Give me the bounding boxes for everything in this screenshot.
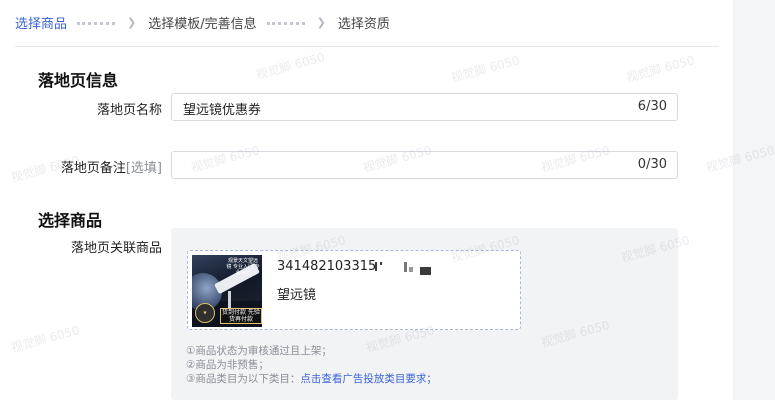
view-category-requirements-link[interactable]: 点击查看广告投放类目要求； <box>300 373 437 385</box>
related-product-label: 落地页关联商品 <box>70 241 162 256</box>
step-connector-dots <box>266 21 305 25</box>
main-panel: 选择商品 ❯ 选择模板/完善信息 ❯ 选择资质 落地页信息 落地页名称 望远镜优… <box>0 0 733 400</box>
landing-name-value: 望远镜优惠券 <box>183 103 262 118</box>
chevron-right-icon: ❯ <box>316 15 326 29</box>
seal-icon: ★ <box>195 303 215 323</box>
requirement-line: ①商品状态为审核通过且上架； <box>186 345 332 357</box>
product-id: 341482103315 <box>277 259 377 274</box>
requirement-line: ③商品类目为以下类目：点击查看广告投放类目要求； <box>186 373 437 385</box>
product-thumbnail: 观景天文望远镜 专业入门 专业设计 ★ 货到付款 先验货再付款 <box>192 255 262 327</box>
section-title-landing-info: 落地页信息 <box>38 71 119 90</box>
step-qualification[interactable]: 选择资质 <box>338 13 390 32</box>
landing-name-char-count: 6/30 <box>637 99 667 114</box>
product-requirements: ①商品状态为审核通过且上架； ②商品为非预售； ③商品类目为以下类目：点击查看广… <box>186 344 437 386</box>
chevron-right-icon: ❯ <box>127 15 137 29</box>
step-template-info[interactable]: 选择模板/完善信息 <box>148 13 256 32</box>
product-name: 望远镜 <box>277 288 317 303</box>
requirement-line: ②商品为非预售； <box>186 359 269 371</box>
landing-name-input[interactable]: 望远镜优惠券 6/30 <box>171 93 678 121</box>
redacted-mosaic <box>375 262 447 275</box>
optional-tag: [选填] <box>125 161 162 176</box>
landing-remark-char-count: 0/30 <box>637 157 667 172</box>
step-connector-dots <box>77 21 116 25</box>
product-card[interactable]: 观景天文望远镜 专业入门 专业设计 ★ 货到付款 先验货再付款 34148210… <box>187 250 521 330</box>
section-title-select-product: 选择商品 <box>38 211 103 230</box>
landing-name-label: 落地页名称 <box>96 103 162 118</box>
cod-badge: 货到付款 先验货再付款 <box>220 308 262 324</box>
header-divider <box>15 46 719 47</box>
step-select-product[interactable]: 选择商品 <box>15 13 67 32</box>
landing-remark-input[interactable]: 0/30 <box>171 151 678 179</box>
thumbnail-caption: 观景天文望远镜 专业入门 专业设计 <box>226 258 260 276</box>
step-indicator: 选择商品 ❯ 选择模板/完善信息 ❯ 选择资质 <box>15 12 390 32</box>
landing-remark-label: 落地页备注[选填] <box>60 161 162 176</box>
